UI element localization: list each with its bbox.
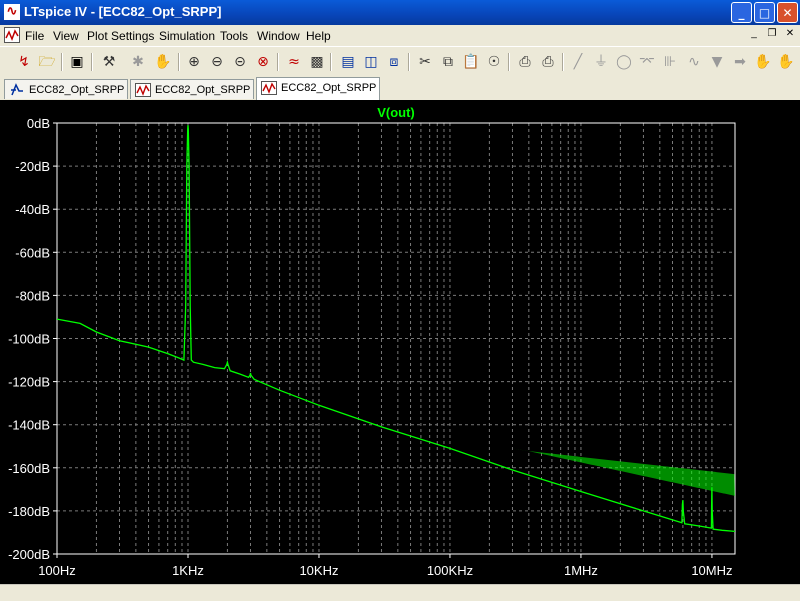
menu-view[interactable]: View bbox=[53, 29, 79, 43]
document-tabs: ECC82_Opt_SRPP ECC82_Opt_SRPP ECC82_Opt_… bbox=[0, 76, 800, 100]
y-tick-label: -40dB bbox=[15, 202, 50, 217]
menu-simulation[interactable]: Simulation bbox=[159, 29, 215, 43]
ltspice-app-icon[interactable]: ∿ bbox=[4, 4, 20, 20]
x-tick-label: 10KHz bbox=[299, 563, 338, 578]
x-tick-label: 100Hz bbox=[38, 563, 76, 578]
find-icon[interactable]: ☉ bbox=[484, 52, 504, 72]
menu-plot-settings[interactable]: Plot Settings bbox=[87, 29, 154, 43]
status-bar bbox=[0, 584, 800, 601]
menu-help[interactable]: Help bbox=[306, 29, 331, 43]
menu-file[interactable]: File bbox=[25, 29, 44, 43]
autorange-icon[interactable]: ≈ bbox=[284, 52, 304, 72]
y-tick-label: -160dB bbox=[8, 461, 50, 476]
tab-label: ECC82_Opt_SRPP bbox=[281, 82, 377, 94]
drag-icon[interactable]: ✋ bbox=[776, 52, 796, 72]
y-tick-label: -20dB bbox=[15, 159, 50, 174]
window-title: LTspice IV - [ECC82_Opt_SRPP] bbox=[24, 4, 222, 19]
zoom-cancel-icon[interactable]: ⊗ bbox=[253, 52, 273, 72]
inductor-icon[interactable]: ∿ bbox=[684, 52, 704, 72]
mdi-close-button[interactable]: ✕ bbox=[782, 28, 798, 42]
waveform-icon bbox=[261, 81, 277, 96]
y-tick-label: -180dB bbox=[8, 504, 50, 519]
waveform-document-icon[interactable] bbox=[4, 27, 20, 43]
new-plot-pane-icon[interactable]: ▩ bbox=[307, 52, 327, 72]
capacitor-icon[interactable]: ⊪ bbox=[660, 52, 680, 72]
maximize-button[interactable]: □ bbox=[754, 2, 775, 23]
mdi-minimize-button[interactable]: _ bbox=[746, 28, 762, 42]
ground-icon[interactable]: ⏚ bbox=[591, 52, 611, 72]
trace-noise-band bbox=[512, 448, 735, 496]
zoom-out-icon[interactable]: ⊖ bbox=[207, 52, 227, 72]
print-icon[interactable]: ⎙ bbox=[538, 52, 558, 72]
x-tick-label: 10MHz bbox=[691, 563, 732, 578]
y-tick-label: -200dB bbox=[8, 547, 50, 562]
diode-icon[interactable]: ▼ bbox=[707, 52, 727, 72]
tile-vertical-icon[interactable]: ◫ bbox=[361, 52, 381, 72]
minimize-button[interactable]: _ bbox=[731, 2, 752, 23]
x-tick-label: 1MHz bbox=[564, 563, 598, 578]
mdi-restore-button[interactable]: ❐ bbox=[764, 28, 780, 42]
paste-icon[interactable]: 📋 bbox=[461, 52, 481, 72]
tab-label: ECC82_Opt_SRPP bbox=[155, 84, 251, 96]
open-schematic-icon[interactable]: ↯ bbox=[14, 52, 34, 72]
label-icon[interactable]: ◯ bbox=[614, 52, 634, 72]
zoom-fit-icon[interactable]: ⊝ bbox=[230, 52, 250, 72]
trace-label[interactable]: V(out) bbox=[377, 105, 415, 120]
x-tick-label: 1KHz bbox=[172, 563, 204, 578]
toolbar-separator bbox=[508, 53, 510, 71]
toolbar-separator bbox=[178, 53, 180, 71]
tile-horizontal-icon[interactable]: ▤ bbox=[338, 52, 358, 72]
y-tick-label: -140dB bbox=[8, 418, 50, 433]
toolbar-separator bbox=[562, 53, 564, 71]
schematic-icon bbox=[11, 83, 23, 96]
tab-waveform[interactable]: ECC82_Opt_SRPP bbox=[130, 79, 254, 99]
run-icon[interactable]: ✱ bbox=[128, 52, 148, 72]
control-panel-icon[interactable]: ⚒ bbox=[99, 52, 119, 72]
component-icon[interactable]: ➡ bbox=[730, 52, 750, 72]
waveform-plot[interactable]: V(out) 0dB -20dB -40dB -60dB -80dB -100dB -120… bbox=[0, 100, 800, 584]
y-axis-labels: 0dB -20dB -40dB -60dB -80dB -100dB -120dB -140d… bbox=[8, 116, 57, 562]
y-tick-label: -100dB bbox=[8, 332, 50, 347]
x-axis-labels: 100Hz 1KHz 10KHz 100KHz 1MHz 10MHz bbox=[38, 554, 733, 578]
open-file-icon[interactable]: 🗁 bbox=[37, 52, 57, 72]
y-tick-label: -80dB bbox=[15, 288, 50, 303]
toolbar: ↯ 🗁 ▣ ⚒ ✱ ✋ ⊕ ⊖ ⊝ ⊗ ≈ ▩ ▤ ◫ ⧈ ✂ ⧉ 📋 ☉ ⎙ … bbox=[0, 46, 800, 77]
toolbar-separator bbox=[61, 53, 63, 71]
toolbar-separator bbox=[408, 53, 410, 71]
toolbar-separator bbox=[330, 53, 332, 71]
cut-icon[interactable]: ✂ bbox=[415, 52, 435, 72]
menu-tools[interactable]: Tools bbox=[220, 29, 248, 43]
copy-icon[interactable]: ⧉ bbox=[438, 52, 458, 72]
toolbar-separator bbox=[277, 53, 279, 71]
plot-grid bbox=[56, 122, 735, 555]
save-icon[interactable]: ▣ bbox=[67, 52, 87, 72]
menu-bar: File View Plot Settings Simulation Tools… bbox=[0, 25, 800, 46]
waveform-icon bbox=[135, 83, 151, 98]
y-tick-label: -60dB bbox=[15, 245, 50, 260]
toolbar-separator bbox=[91, 53, 93, 71]
halt-icon[interactable]: ✋ bbox=[153, 52, 173, 72]
resistor-icon[interactable]: ⌤ bbox=[637, 52, 657, 72]
tab-schematic[interactable]: ECC82_Opt_SRPP bbox=[4, 79, 128, 99]
print-preview-icon[interactable]: ⎙ bbox=[515, 52, 535, 72]
tab-waveform-active[interactable]: ECC82_Opt_SRPP bbox=[256, 77, 380, 100]
menu-window[interactable]: Window bbox=[257, 29, 300, 43]
title-bar: ∿ LTspice IV - [ECC82_Opt_SRPP] _ □ ✕ bbox=[0, 0, 800, 25]
wire-icon[interactable]: ╱ bbox=[568, 52, 588, 72]
x-tick-label: 100KHz bbox=[427, 563, 473, 578]
tab-label: ECC82_Opt_SRPP bbox=[29, 84, 125, 96]
y-tick-label: -120dB bbox=[8, 375, 50, 390]
plot-pane[interactable]: V(out) 0dB -20dB -40dB -60dB -80dB -100dB -120… bbox=[0, 100, 800, 584]
cascade-icon[interactable]: ⧈ bbox=[384, 52, 404, 72]
zoom-in-icon[interactable]: ⊕ bbox=[184, 52, 204, 72]
close-button[interactable]: ✕ bbox=[777, 2, 798, 23]
y-tick-label: 0dB bbox=[27, 116, 50, 131]
move-icon[interactable]: ✋ bbox=[753, 52, 773, 72]
